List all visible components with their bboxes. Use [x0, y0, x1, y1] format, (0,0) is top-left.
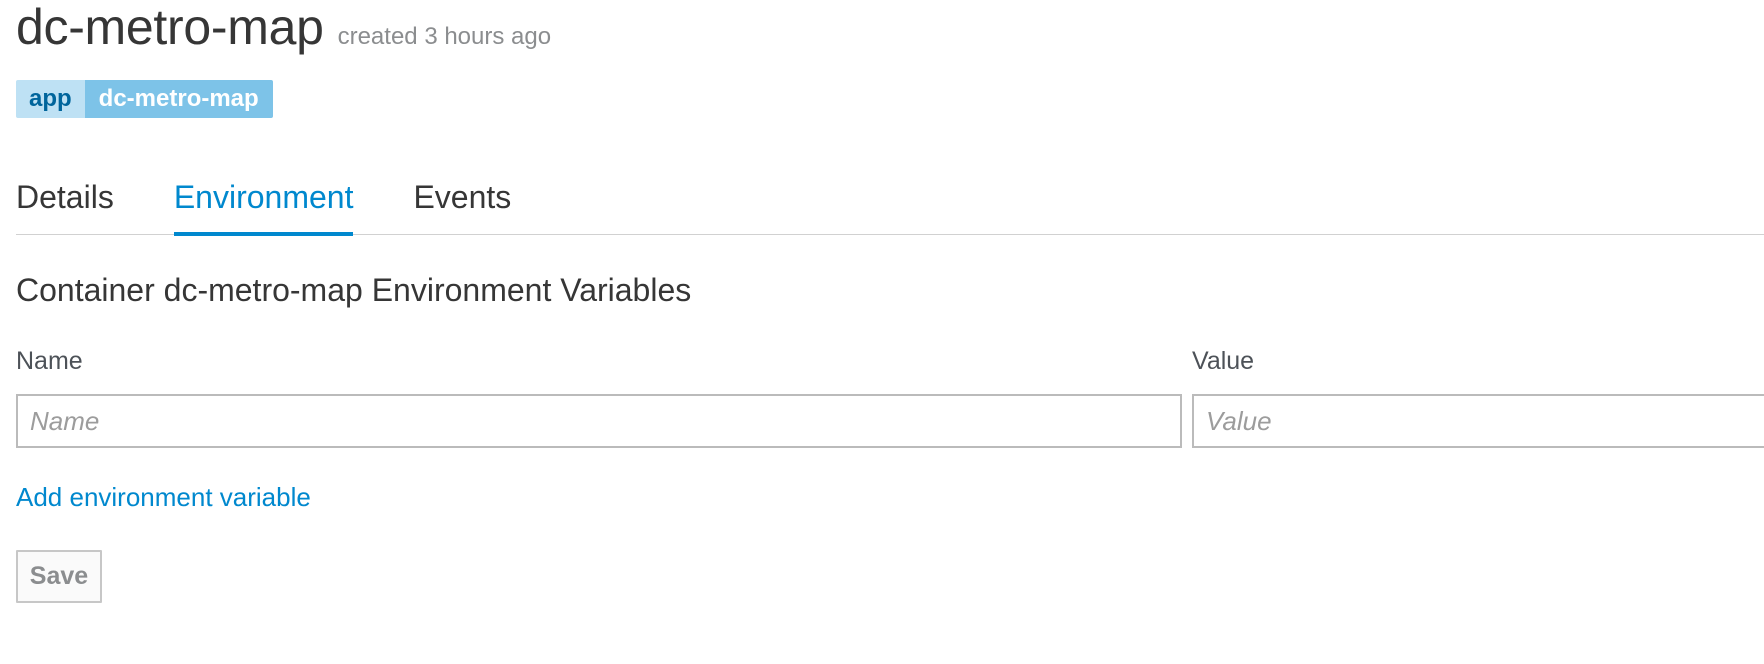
- page: dc-metro-map created 3 hours ago app dc-…: [0, 0, 1764, 664]
- value-column-label: Value: [1192, 347, 1255, 375]
- page-header: dc-metro-map created 3 hours ago: [16, 0, 551, 54]
- save-button[interactable]: Save: [16, 550, 102, 603]
- label-badge[interactable]: app dc-metro-map: [16, 80, 273, 118]
- label-key[interactable]: app: [16, 80, 85, 118]
- label-value[interactable]: dc-metro-map: [84, 80, 273, 118]
- tab-events[interactable]: Events: [413, 172, 511, 235]
- env-value-input[interactable]: [1192, 394, 1764, 448]
- section-title: Container dc-metro-map Environment Varia…: [16, 272, 692, 308]
- tab-details[interactable]: Details: [16, 172, 114, 235]
- created-timestamp: created 3 hours ago: [337, 23, 552, 50]
- env-name-input[interactable]: [16, 394, 1182, 448]
- add-environment-variable-link[interactable]: Add environment variable: [16, 482, 311, 513]
- tab-environment[interactable]: Environment: [173, 172, 353, 236]
- page-title: dc-metro-map: [16, 0, 324, 55]
- name-column-label: Name: [16, 347, 83, 375]
- tab-bar: Details Environment Events: [16, 172, 1764, 236]
